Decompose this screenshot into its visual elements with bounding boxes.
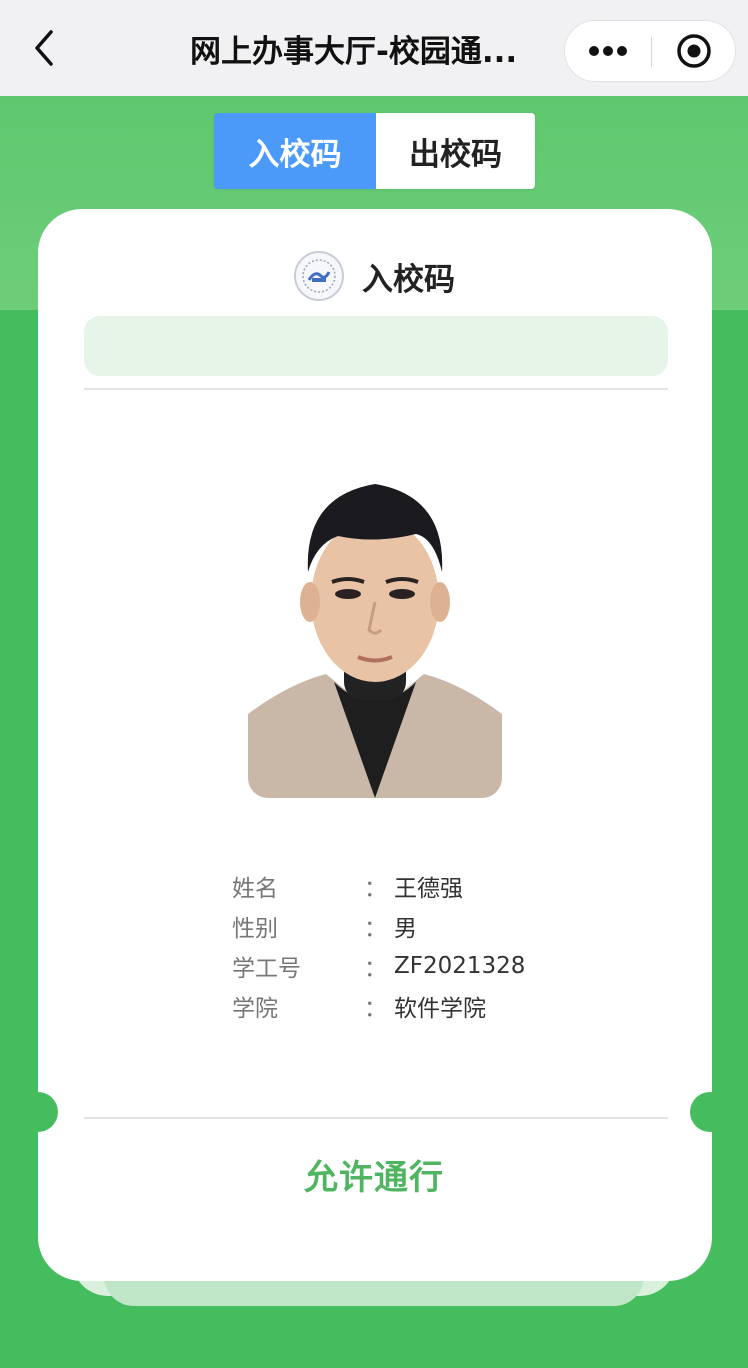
card-notch-right [690, 1092, 730, 1132]
id-value: ZF2021328 [394, 953, 526, 979]
info-row-id: 学工号 ： ZF2021328 [232, 946, 592, 986]
colon: ： [364, 876, 387, 902]
colon: ： [364, 916, 387, 942]
college-label: 学院 [232, 996, 278, 1022]
top-navbar: 网上办事大厅-校园通... [0, 0, 748, 96]
name-label: 姓名 [232, 876, 278, 902]
colon: ： [364, 956, 387, 982]
school-logo-icon [294, 251, 344, 301]
tab-exit-code[interactable]: 出校码 [376, 113, 535, 189]
mini-program-capsule [564, 20, 736, 82]
gender-label: 性别 [232, 916, 278, 942]
page-title: 网上办事大厅-校园通... [190, 34, 518, 70]
info-row-gender: 性别 ： 男 [232, 906, 592, 946]
card-header: 入校码 [294, 251, 455, 301]
info-row-name: 姓名 ： 王德强 [232, 866, 592, 906]
more-dots-icon [589, 46, 627, 56]
avatar-photo [248, 452, 502, 798]
code-strip [84, 316, 668, 376]
back-button[interactable] [24, 28, 64, 68]
colon: ： [364, 996, 387, 1022]
close-button[interactable] [652, 21, 736, 81]
divider [84, 1117, 668, 1119]
target-circle-icon [677, 34, 711, 68]
more-button[interactable] [565, 21, 651, 81]
gender-value: 男 [394, 916, 417, 942]
code-tabs: 入校码 出校码 [214, 113, 535, 189]
divider [84, 388, 668, 390]
info-row-college: 学院 ： 软件学院 [232, 986, 592, 1026]
id-label: 学工号 [232, 956, 301, 982]
name-value: 王德强 [394, 876, 463, 902]
card-notch-left [18, 1092, 58, 1132]
info-list: 姓名 ： 王德强 性别 ： 男 学工号 ： ZF2021328 学院 ： 软件学… [232, 866, 592, 1026]
chevron-left-icon [35, 30, 53, 66]
pass-status: 允许通行 [304, 1158, 444, 1198]
tab-entry-code[interactable]: 入校码 [214, 113, 376, 189]
card-title: 入校码 [362, 261, 455, 298]
college-value: 软件学院 [394, 996, 486, 1022]
